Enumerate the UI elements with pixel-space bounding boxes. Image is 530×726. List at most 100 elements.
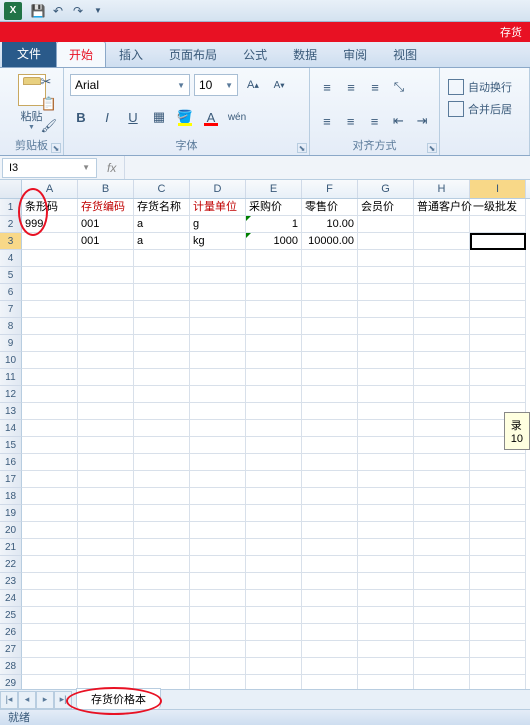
cell[interactable] (358, 539, 414, 556)
tab-home[interactable]: 开始 (56, 41, 106, 67)
sheet-next-icon[interactable]: ▸ (36, 691, 54, 709)
cell[interactable] (358, 301, 414, 318)
cell[interactable]: 一级批发 (470, 199, 526, 216)
cell[interactable]: a (134, 216, 190, 233)
clipboard-dialog-icon[interactable]: ⬊ (51, 143, 61, 153)
cell[interactable] (470, 352, 526, 369)
cell[interactable]: 采购价 (246, 199, 302, 216)
cell[interactable] (190, 386, 246, 403)
cell[interactable] (470, 505, 526, 522)
cell[interactable] (246, 522, 302, 539)
tab-data[interactable]: 数据 (280, 41, 330, 67)
cell[interactable] (302, 573, 358, 590)
cell[interactable]: 999 (22, 216, 78, 233)
cell[interactable]: 零售价 (302, 199, 358, 216)
cell[interactable] (246, 437, 302, 454)
column-header-D[interactable]: D (190, 180, 246, 198)
border-button[interactable]: ▦ (148, 106, 170, 128)
cell[interactable]: 存货名称 (134, 199, 190, 216)
cell[interactable] (190, 454, 246, 471)
cell[interactable] (414, 488, 470, 505)
cell[interactable] (302, 624, 358, 641)
cell[interactable] (302, 437, 358, 454)
cell[interactable] (358, 607, 414, 624)
cell[interactable] (358, 471, 414, 488)
column-header-C[interactable]: C (134, 180, 190, 198)
cell[interactable] (302, 641, 358, 658)
font-name-combo[interactable]: Arial ▼ (70, 74, 190, 96)
cell[interactable] (470, 369, 526, 386)
cell[interactable] (22, 454, 78, 471)
cell[interactable] (246, 573, 302, 590)
formula-input[interactable] (124, 156, 530, 179)
cell[interactable] (22, 590, 78, 607)
cell[interactable] (246, 335, 302, 352)
cell[interactable] (78, 318, 134, 335)
row-header[interactable]: 9 (0, 335, 22, 352)
row-header[interactable]: 25 (0, 607, 22, 624)
sheet-tab-active[interactable]: 存货价格本 (76, 688, 161, 709)
merge-button[interactable]: 合并后居 (446, 98, 523, 120)
indent-decrease-icon[interactable]: ⇤ (387, 110, 409, 132)
cell[interactable] (470, 641, 526, 658)
cell[interactable] (414, 284, 470, 301)
column-header-H[interactable]: H (414, 180, 470, 198)
cell[interactable] (134, 624, 190, 641)
column-header-B[interactable]: B (78, 180, 134, 198)
cell[interactable]: 计量单位 (190, 199, 246, 216)
copy-icon[interactable]: 📋 (40, 96, 57, 112)
cell[interactable] (246, 624, 302, 641)
cell[interactable] (78, 284, 134, 301)
cell[interactable] (414, 607, 470, 624)
cell[interactable] (78, 250, 134, 267)
cell[interactable] (22, 658, 78, 675)
cell[interactable] (414, 369, 470, 386)
cell[interactable] (302, 318, 358, 335)
cell[interactable] (78, 505, 134, 522)
select-all-corner[interactable] (0, 180, 22, 198)
undo-icon[interactable]: ↶ (48, 2, 68, 20)
cell[interactable] (22, 318, 78, 335)
cell[interactable] (470, 301, 526, 318)
cell[interactable] (246, 658, 302, 675)
align-dialog-icon[interactable]: ⬊ (427, 143, 437, 153)
row-header[interactable]: 1 (0, 199, 22, 216)
cell[interactable] (302, 505, 358, 522)
cell[interactable] (470, 522, 526, 539)
cell[interactable] (358, 488, 414, 505)
cell[interactable] (190, 437, 246, 454)
cell[interactable] (22, 369, 78, 386)
cell[interactable] (22, 301, 78, 318)
cell[interactable]: 条形码 (22, 199, 78, 216)
cell[interactable] (358, 352, 414, 369)
cell[interactable] (78, 624, 134, 641)
align-bottom-icon[interactable]: ≡ (364, 76, 386, 98)
cell[interactable] (134, 641, 190, 658)
cell[interactable] (358, 454, 414, 471)
cell[interactable] (470, 233, 526, 250)
tab-insert[interactable]: 插入 (106, 41, 156, 67)
tab-file[interactable]: 文件 (2, 39, 56, 67)
cell[interactable] (78, 488, 134, 505)
cell[interactable] (470, 216, 526, 233)
cell[interactable] (78, 386, 134, 403)
cell[interactable] (134, 573, 190, 590)
column-header-A[interactable]: A (22, 180, 78, 198)
column-header-E[interactable]: E (246, 180, 302, 198)
cell[interactable] (22, 556, 78, 573)
cell[interactable] (246, 318, 302, 335)
cell[interactable] (246, 505, 302, 522)
cell[interactable] (302, 488, 358, 505)
row-header[interactable]: 7 (0, 301, 22, 318)
row-header[interactable]: 26 (0, 624, 22, 641)
cell[interactable] (414, 556, 470, 573)
cell[interactable] (190, 607, 246, 624)
cell[interactable] (190, 267, 246, 284)
row-header[interactable]: 23 (0, 573, 22, 590)
row-header[interactable]: 8 (0, 318, 22, 335)
name-box[interactable]: I3▼ (2, 158, 97, 178)
cell[interactable] (134, 556, 190, 573)
cell[interactable] (190, 352, 246, 369)
cell[interactable] (22, 607, 78, 624)
cell[interactable] (22, 403, 78, 420)
